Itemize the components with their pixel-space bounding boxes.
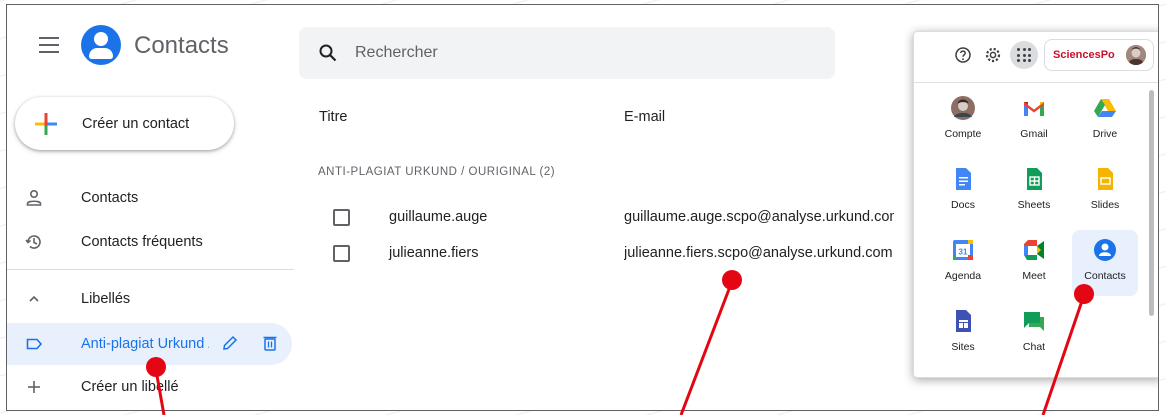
meet-icon: [1024, 240, 1044, 260]
drive-icon: [1094, 99, 1116, 117]
person-icon: [26, 189, 42, 206]
contacts-logo-icon: [81, 25, 121, 65]
table-row[interactable]: guillaume.auge guillaume.auge.scpo@analy…: [307, 198, 907, 238]
sidebar-item-frequent[interactable]: Contacts fréquents: [7, 221, 294, 263]
calendar-icon: 31: [953, 240, 973, 260]
apps-divider: [914, 82, 1158, 83]
group-header: ANTI-PLAGIAT URKUND / OURIGINAL (2): [318, 166, 556, 178]
apps-scrollbar[interactable]: [1149, 90, 1154, 316]
app-tile-agenda[interactable]: 31 Agenda: [930, 230, 996, 296]
app-tile-drive[interactable]: Drive: [1072, 88, 1138, 154]
app-label: Slides: [1090, 199, 1120, 211]
create-label-text: Créer un libellé: [81, 379, 179, 395]
contacts-icon: [1094, 239, 1116, 261]
app-label: Sheets: [1017, 199, 1051, 211]
account-brand: SciencesPo: [1053, 49, 1115, 61]
search-input[interactable]: [355, 27, 815, 79]
sidebar-divider: [7, 269, 294, 270]
app-label: Gmail: [1020, 128, 1048, 140]
contact-name: julieanne.fiers: [389, 245, 479, 261]
docs-icon: [956, 168, 971, 190]
avatar: [1126, 45, 1146, 65]
row-checkbox[interactable]: [333, 245, 350, 262]
chat-icon: [1024, 312, 1044, 331]
app-label: Docs: [951, 199, 975, 211]
calendar-day: 31: [959, 248, 968, 257]
label-icon: [26, 338, 43, 350]
table-row[interactable]: julieanne.fiers julieanne.fiers.scpo@ana…: [307, 234, 907, 274]
edit-pencil-icon[interactable]: [221, 334, 239, 352]
app-tile-meet[interactable]: Meet: [1001, 230, 1067, 296]
labels-section-header[interactable]: Libellés: [7, 278, 294, 320]
app-label: Meet: [1022, 270, 1046, 282]
sidebar-item-label: Contacts fréquents: [81, 234, 203, 250]
app-label: Contacts: [1084, 270, 1126, 282]
apps-grid-icon[interactable]: [1010, 41, 1038, 69]
app-label: Agenda: [944, 270, 982, 282]
app-tile-docs[interactable]: Docs: [930, 159, 996, 225]
column-header-email[interactable]: E-mail: [624, 109, 665, 125]
column-header-title[interactable]: Titre: [319, 109, 347, 125]
app-label: Drive: [1092, 128, 1118, 140]
sidebar-item-contacts[interactable]: Contacts: [7, 177, 294, 219]
create-contact-button[interactable]: Créer un contact: [15, 97, 234, 150]
app-tile-gmail[interactable]: Gmail: [1001, 88, 1067, 154]
app-tile-compte[interactable]: Compte: [930, 88, 996, 154]
app-tile-slides[interactable]: Slides: [1072, 159, 1138, 225]
account-switcher[interactable]: SciencesPo: [1044, 39, 1154, 71]
slides-icon: [1098, 168, 1113, 190]
sheets-icon: [1027, 168, 1042, 190]
account-icon: [951, 96, 975, 120]
app-tile-contacts[interactable]: Contacts: [1072, 230, 1138, 296]
app-tile-chat[interactable]: Chat: [1001, 301, 1067, 367]
sites-icon: [956, 310, 971, 332]
contact-name: guillaume.auge: [389, 209, 488, 225]
row-checkbox[interactable]: [333, 209, 350, 226]
gear-icon[interactable]: [984, 46, 1002, 64]
active-label-name: Anti-plagiat Urkund / Ouriginal: [81, 336, 209, 352]
labels-section-title: Libellés: [81, 291, 131, 307]
search-bar[interactable]: [299, 27, 835, 79]
app-label: Sites: [951, 341, 975, 353]
app-label: Compte: [944, 128, 982, 140]
plus-icon: [35, 113, 57, 135]
sidebar-item-label: Contacts: [81, 190, 139, 206]
app-label: Chat: [1022, 341, 1046, 353]
contact-email: julieanne.fiers.scpo@analyse.urkund.com: [624, 245, 893, 261]
app-tile-sheets[interactable]: Sheets: [1001, 159, 1067, 225]
delete-trash-icon[interactable]: [261, 334, 279, 352]
help-icon[interactable]: [954, 46, 972, 64]
chevron-up-icon: [29, 295, 39, 302]
contact-email: guillaume.auge.scpo@analyse.urkund.com: [624, 209, 894, 225]
history-icon: [25, 235, 41, 249]
plus-icon: [28, 381, 40, 393]
app-title: Contacts: [134, 32, 229, 59]
search-icon[interactable]: [319, 44, 337, 62]
contacts-window: Contacts Créer un contact Contacts: [6, 4, 1159, 411]
gmail-icon: [1024, 102, 1044, 116]
main-menu-icon[interactable]: [39, 37, 59, 53]
sidebar-item-label-anti-plagiat[interactable]: Anti-plagiat Urkund / Ouriginal: [7, 323, 292, 365]
app-tile-sites[interactable]: Sites: [930, 301, 996, 367]
create-contact-label: Créer un contact: [82, 116, 190, 132]
google-apps-panel: SciencesPo Compte Gmail Drive Docs Sheet…: [913, 31, 1158, 378]
sidebar-item-create-label[interactable]: Créer un libellé: [7, 366, 294, 408]
